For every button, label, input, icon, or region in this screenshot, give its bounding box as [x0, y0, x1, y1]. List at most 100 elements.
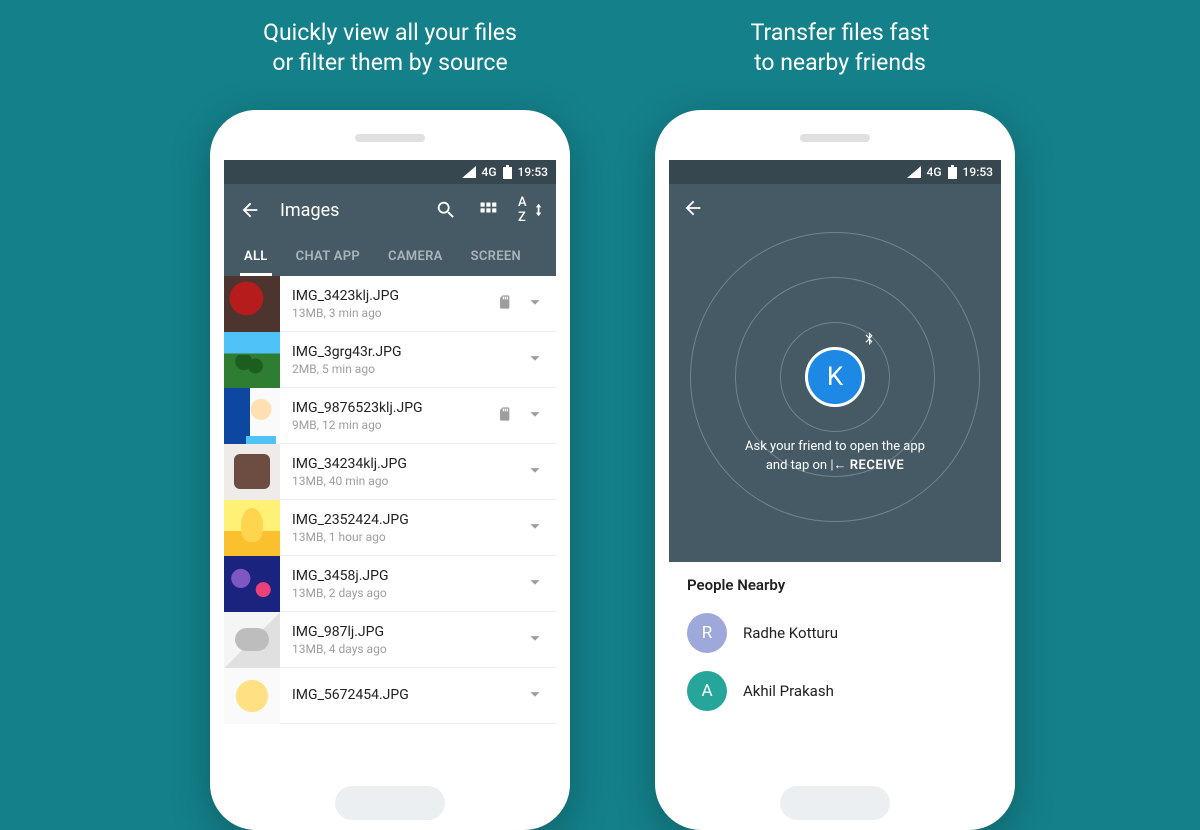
- clock-label: 19:53: [963, 165, 993, 179]
- receive-label: RECEIVE: [850, 458, 904, 473]
- file-name: IMG_3grg43r.JPG: [292, 344, 512, 360]
- file-row[interactable]: IMG_3458j.JPG 13MB, 2 days ago: [224, 556, 556, 612]
- file-subtitle: 13MB, 4 days ago: [292, 642, 512, 656]
- headline-left: Quickly view all your files or filter th…: [190, 18, 590, 78]
- expand-icon[interactable]: [524, 459, 546, 485]
- phone-screen: 4G 19:53 K Ask your friend: [669, 160, 1001, 774]
- file-name: IMG_9876523klj.JPG: [292, 400, 484, 416]
- headline-text: Transfer files fast: [751, 19, 930, 46]
- person-avatar: R: [687, 613, 727, 653]
- grid-view-button[interactable]: [476, 198, 500, 222]
- filter-tab[interactable]: ALL: [230, 236, 282, 276]
- network-label: 4G: [927, 165, 942, 179]
- battery-icon: [948, 165, 957, 179]
- file-meta: IMG_34234klj.JPG13MB, 40 min ago: [292, 456, 512, 488]
- sort-button[interactable]: A Z: [518, 198, 542, 222]
- file-thumbnail: [224, 332, 280, 388]
- file-row[interactable]: IMG_3grg43r.JPG 2MB, 5 min ago: [224, 332, 556, 388]
- file-name: IMG_5672454.JPG: [292, 687, 512, 703]
- headline-text: or filter them by source: [272, 49, 507, 76]
- file-meta: IMG_3423klj.JPG 13MB, 3 min ago: [292, 288, 484, 320]
- signal-icon: [907, 166, 921, 178]
- filter-tab[interactable]: CAMERA: [374, 236, 457, 276]
- file-name: IMG_2352424.JPG: [292, 512, 512, 528]
- expand-icon[interactable]: [524, 683, 546, 709]
- file-meta: IMG_3458j.JPG 13MB, 2 days ago: [292, 568, 512, 600]
- file-thumbnail: [224, 388, 280, 444]
- file-meta: IMG_9876523klj.JPG 9MB, 12 min ago: [292, 400, 484, 432]
- home-button[interactable]: [780, 786, 890, 820]
- file-name: IMG_34234klj.JPG: [292, 456, 512, 472]
- phone-speaker: [355, 134, 425, 142]
- file-name: IMG_3458j.JPG: [292, 568, 512, 584]
- sd-card-icon: [496, 406, 512, 426]
- phone-frame-files: 4G 19:53 Images A Z: [210, 110, 570, 830]
- person-name: Akhil Prakash: [743, 682, 834, 700]
- file-list[interactable]: IMG_3423klj.JPG 13MB, 3 min ago IMG_3grg43…: [224, 276, 556, 724]
- file-row[interactable]: IMG_5672454.JPG: [224, 668, 556, 724]
- radar-scan: K Ask your friend to open the app and ta…: [669, 232, 1001, 562]
- home-button[interactable]: [335, 786, 445, 820]
- person-avatar: A: [687, 671, 727, 711]
- file-name: IMG_3423klj.JPG: [292, 288, 484, 304]
- file-thumbnail: [224, 276, 280, 332]
- signal-icon: [462, 166, 476, 178]
- back-button[interactable]: [238, 198, 262, 222]
- battery-icon: [503, 165, 512, 179]
- search-button[interactable]: [434, 198, 458, 222]
- hint-line: and tap on: [766, 458, 830, 473]
- file-meta: IMG_5672454.JPG: [292, 687, 512, 705]
- expand-icon[interactable]: [524, 627, 546, 653]
- expand-icon[interactable]: [524, 515, 546, 541]
- expand-icon[interactable]: [524, 571, 546, 597]
- file-subtitle: 13MB, 1 hour ago: [292, 530, 512, 544]
- file-row[interactable]: IMG_987lj.JPG 13MB, 4 days ago: [224, 612, 556, 668]
- file-row[interactable]: IMG_34234klj.JPG13MB, 40 min ago: [224, 444, 556, 500]
- network-label: 4G: [482, 165, 497, 179]
- hint-line: Ask your friend to open the app: [745, 439, 925, 454]
- file-thumbnail: [224, 500, 280, 556]
- file-thumbnail: [224, 556, 280, 612]
- person-row[interactable]: A Akhil Prakash: [687, 662, 983, 720]
- phone-screen: 4G 19:53 Images A Z: [224, 160, 556, 774]
- phone-frame-transfer: 4G 19:53 K Ask your friend: [655, 110, 1015, 830]
- status-bar: 4G 19:53: [669, 160, 1001, 184]
- expand-icon[interactable]: [524, 403, 546, 429]
- receive-icon: |←: [830, 458, 846, 473]
- sd-card-icon: [496, 294, 512, 314]
- people-list: R Radhe Kotturu A Akhil Prakash: [687, 604, 983, 720]
- headline-text: to nearby friends: [754, 49, 926, 76]
- file-subtitle: 13MB, 3 min ago: [292, 306, 484, 320]
- status-bar: 4G 19:53: [224, 160, 556, 184]
- file-row[interactable]: IMG_9876523klj.JPG 9MB, 12 min ago: [224, 388, 556, 444]
- sort-label: A Z: [518, 195, 537, 225]
- headline-text: Quickly view all your files: [263, 19, 517, 46]
- file-name: IMG_987lj.JPG: [292, 624, 512, 640]
- clock-label: 19:53: [518, 165, 548, 179]
- expand-icon[interactable]: [524, 347, 546, 373]
- file-subtitle: 13MB, 2 days ago: [292, 586, 512, 600]
- file-row[interactable]: IMG_2352424.JPG 13MB, 1 hour ago: [224, 500, 556, 556]
- file-thumbnail: [224, 612, 280, 668]
- page-title: Images: [280, 200, 416, 221]
- file-subtitle: 9MB, 12 min ago: [292, 418, 484, 432]
- file-meta: IMG_3grg43r.JPG 2MB, 5 min ago: [292, 344, 512, 376]
- filter-tabs: ALLCHAT APPCAMERASCREEN: [224, 236, 556, 276]
- bluetooth-icon: [862, 331, 876, 345]
- person-name: Radhe Kotturu: [743, 624, 838, 642]
- file-meta: IMG_987lj.JPG 13MB, 4 days ago: [292, 624, 512, 656]
- file-row[interactable]: IMG_3423klj.JPG 13MB, 3 min ago: [224, 276, 556, 332]
- avatar-initial: K: [827, 362, 843, 392]
- phone-speaker: [800, 134, 870, 142]
- expand-icon[interactable]: [524, 291, 546, 317]
- people-nearby-section: People Nearby RRadhe KotturuAAkhil Praka…: [669, 562, 1001, 720]
- app-bar: Images A Z ALLCHAT APPCAMERASCREEN: [224, 184, 556, 276]
- person-row[interactable]: R Radhe Kotturu: [687, 604, 983, 662]
- file-subtitle: 2MB, 5 min ago: [292, 362, 512, 376]
- back-button[interactable]: [681, 196, 705, 220]
- my-avatar[interactable]: K: [805, 347, 865, 407]
- transfer-hint: Ask your friend to open the app and tap …: [669, 437, 1001, 476]
- filter-tab[interactable]: SCREEN: [457, 236, 535, 276]
- file-meta: IMG_2352424.JPG 13MB, 1 hour ago: [292, 512, 512, 544]
- filter-tab[interactable]: CHAT APP: [282, 236, 374, 276]
